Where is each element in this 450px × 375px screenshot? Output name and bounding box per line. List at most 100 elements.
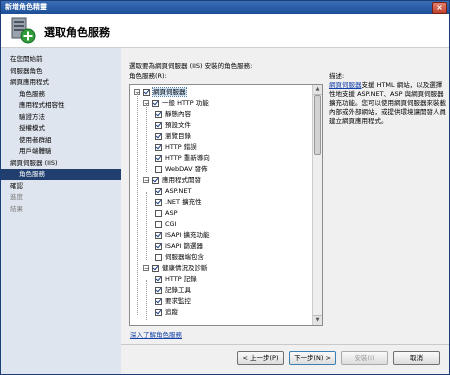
nav-step-item[interactable]: 應用程式相容性 — [1, 100, 121, 111]
tree-item-label: 應用程式開發 — [162, 176, 201, 184]
tree-item[interactable]: ASP.NET — [155, 186, 192, 196]
scroll-thumb[interactable] — [314, 95, 321, 155]
role-service-checkbox[interactable] — [155, 198, 162, 206]
tree-item-label: ASP — [165, 209, 178, 217]
vertical-scrollbar[interactable]: ▲ ▼ — [312, 85, 322, 325]
tree-item-label: ASP.NET — [165, 187, 192, 195]
tree-guide-line — [137, 93, 138, 315]
scroll-down-arrow-icon[interactable]: ▼ — [313, 315, 322, 325]
role-service-checkbox[interactable] — [155, 286, 162, 294]
tree-guide-line — [146, 192, 147, 260]
tree-item-label: HTTP 記錄 — [165, 275, 197, 283]
collapse-toggle-icon[interactable]: − — [143, 265, 149, 272]
nav-step-item[interactable]: 在您開始前 — [1, 54, 121, 65]
page-title: 選取角色服務 — [44, 26, 110, 39]
tree-item-label: 追蹤 — [165, 308, 178, 316]
role-service-checkbox[interactable] — [155, 143, 162, 151]
tree-item[interactable]: 追蹤 — [155, 307, 178, 317]
nav-step-item[interactable]: 伺服器角色 — [1, 66, 121, 77]
tree-item[interactable]: HTTP 重新導向 — [155, 153, 210, 163]
role-service-checkbox[interactable] — [155, 275, 162, 283]
tree-item[interactable]: 要求監控 — [155, 296, 191, 306]
tree-item[interactable]: ASP — [155, 208, 178, 218]
cancel-button[interactable]: 取消 — [393, 351, 440, 365]
nav-step-item: 結果 — [10, 204, 23, 213]
tree-item-label: .NET 擴充性 — [165, 198, 202, 206]
scroll-up-arrow-icon[interactable]: ▲ — [313, 85, 322, 95]
tree-item-label: 健康情況及診斷 — [162, 264, 208, 272]
tree-item-label: 網頁伺服器 — [152, 87, 187, 97]
nav-step-item[interactable]: 授權模式 — [1, 123, 121, 134]
tree-item-label: ISAPI 篩選器 — [165, 242, 204, 250]
tree-item[interactable]: − 一般 HTTP 功能 — [143, 98, 209, 108]
role-service-checkbox[interactable] — [152, 176, 159, 184]
role-service-checkbox[interactable] — [143, 88, 150, 96]
wizard-steps-nav: 在您開始前 伺服器角色 網頁應用程式 角色服務 應用程式相容性 驗證方法 授權模式 使用者群組… — [1, 48, 121, 374]
tree-item[interactable]: .NET 擴充性 — [155, 197, 202, 207]
nav-step-item[interactable]: 角色服務 — [1, 169, 121, 180]
role-service-checkbox[interactable] — [155, 297, 162, 305]
collapse-toggle-icon[interactable]: − — [143, 177, 149, 184]
nav-step-item[interactable]: 驗證方法 — [1, 112, 121, 123]
server-role-wizard-icon — [11, 17, 36, 44]
main-content: 選取要為網頁伺服器 (IIS) 安裝的角色服務: 角色服務(R): ▲ ▼ − 網… — [121, 48, 449, 374]
role-service-checkbox[interactable] — [155, 253, 162, 261]
tree-item-label: 記錄工具 — [165, 286, 191, 294]
title-bar: 新增角色精靈 × — [1, 1, 449, 14]
tree-item[interactable]: 預設文件 — [155, 120, 191, 130]
tree-item[interactable]: HTTP 錯誤 — [155, 142, 197, 152]
nav-step-item[interactable]: 確認 — [1, 181, 121, 192]
nav-step-item[interactable]: 用戶端體驗 — [1, 146, 121, 157]
role-service-checkbox[interactable] — [152, 99, 159, 107]
wizard-window: 新增角色精靈 × 選取角色服務 在您開始前 伺服器角色 網頁應用程式 角色服務 應用程式… — [0, 0, 450, 375]
close-button[interactable]: × — [432, 2, 447, 14]
role-service-checkbox[interactable] — [152, 264, 159, 272]
tree-item[interactable]: WebDAV 發佈 — [155, 164, 208, 174]
role-service-checkbox[interactable] — [155, 110, 162, 118]
role-service-checkbox[interactable] — [155, 308, 162, 316]
learn-more-link[interactable]: 深入了解角色服務 — [130, 329, 182, 339]
tree-item[interactable]: − 健康情況及診斷 — [143, 263, 208, 273]
nav-step-item[interactable]: 角色服務 — [1, 89, 121, 100]
role-service-checkbox[interactable] — [155, 231, 162, 239]
web-server-link[interactable]: 網頁伺服器 — [329, 81, 362, 89]
tree-item[interactable]: ISAPI 擴充功能 — [155, 230, 210, 240]
tree-item[interactable]: − 應用程式開發 — [143, 175, 201, 185]
instruction-text: 選取要為網頁伺服器 (IIS) 安裝的角色服務: — [129, 62, 253, 70]
tree-item-label: 靜態內容 — [165, 110, 191, 118]
tree-item[interactable]: 伺服器端包含 — [155, 252, 204, 262]
tree-item[interactable]: ISAPI 篩選器 — [155, 241, 203, 251]
tree-item-label: HTTP 重新導向 — [165, 154, 210, 162]
role-service-checkbox[interactable] — [155, 220, 162, 228]
tree-item[interactable]: 瀏覽目錄 — [155, 131, 191, 141]
tree-item-label: 伺服器端包含 — [165, 253, 204, 261]
back-button[interactable]: < 上一步(P) — [237, 351, 284, 365]
tree-item-label: 瀏覽目錄 — [165, 132, 191, 140]
nav-step-item[interactable]: 使用者群組 — [1, 135, 121, 146]
role-service-checkbox[interactable] — [155, 154, 162, 162]
tree-item[interactable]: − 網頁伺服器 — [134, 87, 187, 97]
nav-step-item[interactable]: 網頁伺服器 (IIS) — [1, 158, 121, 169]
role-services-tree[interactable]: ▲ ▼ − 網頁伺服器 − 一般 HTTP 功能 靜態內容 預設文件 瀏覽目錄 HTTP 錯誤… — [129, 84, 323, 326]
description-text: 網頁伺服器支援 HTML 網站，以及選擇性地支援 ASP.NET、ASP 與網頁… — [329, 81, 447, 126]
role-service-checkbox[interactable] — [155, 165, 162, 173]
role-service-checkbox[interactable] — [155, 121, 162, 129]
tree-item[interactable]: HTTP 記錄 — [155, 274, 197, 284]
description-title: 描述: — [329, 72, 345, 80]
role-service-checkbox[interactable] — [155, 187, 162, 195]
nav-step-item: 進度 — [10, 193, 23, 201]
wizard-header: 選取角色服務 — [1, 14, 449, 48]
tree-item-label: ISAPI 擴充功能 — [165, 231, 210, 239]
tree-item[interactable]: 靜態內容 — [155, 109, 191, 119]
role-service-checkbox[interactable] — [155, 242, 162, 250]
tree-item-label: HTTP 錯誤 — [165, 143, 197, 151]
tree-item[interactable]: 記錄工具 — [155, 285, 191, 295]
role-service-checkbox[interactable] — [155, 209, 162, 217]
tree-guide-line — [146, 280, 147, 320]
tree-item[interactable]: CGI — [155, 219, 177, 229]
tree-item-label: 預設文件 — [165, 121, 191, 129]
tree-item-label: WebDAV 發佈 — [165, 165, 208, 173]
next-button[interactable]: 下一步(N) > — [289, 351, 336, 365]
role-service-checkbox[interactable] — [155, 132, 162, 140]
nav-step-item[interactable]: 網頁應用程式 — [1, 77, 121, 88]
